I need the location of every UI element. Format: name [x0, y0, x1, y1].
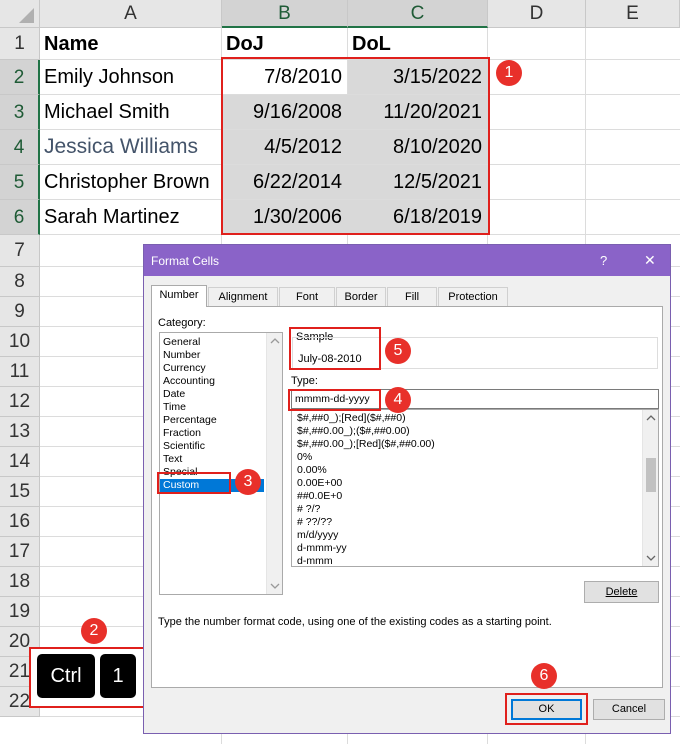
format-cells-dialog: Format Cells ? ✕ Number Alignment Font B…	[143, 244, 671, 734]
row-header-10[interactable]: 10	[0, 327, 40, 357]
category-list[interactable]: General Number Currency Accounting Date Time P…	[159, 332, 283, 595]
category-item-currency[interactable]: Currency	[160, 362, 264, 375]
category-label: Category:	[158, 317, 206, 329]
close-icon[interactable]: ✕	[644, 252, 656, 269]
row-header-11[interactable]: 11	[0, 357, 40, 387]
type-highlight-box	[288, 389, 381, 411]
number-tab-panel: Category: General Number Currency Accountin…	[151, 306, 663, 688]
sample-highlight-box	[289, 327, 381, 370]
ok-highlight-box	[505, 693, 588, 725]
tab-font[interactable]: Font	[279, 287, 335, 306]
row-header-6[interactable]: 6	[0, 200, 40, 235]
category-item-time[interactable]: Time	[160, 401, 264, 414]
format-scroll-icon	[646, 415, 656, 561]
format-code-item[interactable]: 0.00E+00	[294, 477, 639, 490]
row-header-13[interactable]: 13	[0, 417, 40, 447]
row-header-12[interactable]: 12	[0, 387, 40, 417]
format-code-item[interactable]: # ??/??	[294, 516, 639, 529]
tab-border[interactable]: Border	[336, 287, 386, 306]
dialog-title: Format Cells	[151, 254, 220, 268]
row-header-3[interactable]: 3	[0, 95, 40, 130]
row-header-1[interactable]: 1	[0, 28, 40, 60]
cell-a4[interactable]: Jessica Williams	[40, 130, 222, 164]
format-code-item[interactable]: # ?/?	[294, 503, 639, 516]
category-scrollbar[interactable]	[266, 333, 282, 594]
row-header-14[interactable]: 14	[0, 447, 40, 477]
column-header-e[interactable]: E	[586, 0, 680, 28]
step-badge-5: 5	[385, 338, 411, 364]
format-code-item[interactable]: 0.00%	[294, 464, 639, 477]
category-item-accounting[interactable]: Accounting	[160, 375, 264, 388]
category-item-fraction[interactable]: Fraction	[160, 427, 264, 440]
ctrl-key: Ctrl	[37, 654, 95, 698]
row-header-19[interactable]: 19	[0, 597, 40, 627]
row-header-5[interactable]: 5	[0, 165, 40, 200]
delete-button[interactable]: Delete	[584, 581, 659, 603]
format-code-item[interactable]: m/d/yyyy	[294, 529, 639, 542]
format-code-item[interactable]: d-mmm	[294, 555, 639, 568]
step-badge-2: 2	[81, 618, 107, 644]
row-header-4[interactable]: 4	[0, 130, 40, 165]
one-key: 1	[100, 654, 136, 698]
step-badge-4: 4	[385, 387, 411, 413]
row-header-8[interactable]: 8	[0, 267, 40, 297]
dialog-titlebar[interactable]: Format Cells ? ✕	[144, 245, 670, 276]
tab-protection[interactable]: Protection	[438, 287, 508, 306]
type-label: Type:	[291, 375, 318, 387]
scroll-arrows-icon	[270, 338, 280, 589]
category-item-text[interactable]: Text	[160, 453, 264, 466]
category-item-number[interactable]: Number	[160, 349, 264, 362]
cell-a5[interactable]: Christopher Brown	[40, 165, 222, 199]
select-all-corner[interactable]	[0, 0, 40, 28]
category-item-percentage[interactable]: Percentage	[160, 414, 264, 427]
format-code-item[interactable]: $#,##0.00_);($#,##0.00)	[294, 425, 639, 438]
row-header-7[interactable]: 7	[0, 235, 40, 267]
row-header-2[interactable]: 2	[0, 60, 40, 95]
select-all-icon	[19, 8, 34, 23]
column-header-c[interactable]: C	[348, 0, 488, 28]
cancel-button[interactable]: Cancel	[593, 699, 665, 720]
format-code-item[interactable]: 0%	[294, 451, 639, 464]
row-header-17[interactable]: 17	[0, 537, 40, 567]
cell-a3[interactable]: Michael Smith	[40, 95, 222, 129]
row-header-15[interactable]: 15	[0, 477, 40, 507]
cell-b1[interactable]: DoJ	[222, 28, 348, 60]
column-header-b[interactable]: B	[222, 0, 348, 28]
selection-highlight-box	[221, 57, 490, 235]
format-code-item[interactable]: ##0.0E+0	[294, 490, 639, 503]
custom-highlight-box	[157, 472, 231, 494]
tab-number[interactable]: Number	[151, 285, 207, 307]
cell-a1[interactable]: Name	[40, 28, 222, 60]
row-header-9[interactable]: 9	[0, 297, 40, 327]
category-item-general[interactable]: General	[160, 336, 264, 349]
category-item-date[interactable]: Date	[160, 388, 264, 401]
category-item-scientific[interactable]: Scientific	[160, 440, 264, 453]
tab-alignment[interactable]: Alignment	[208, 287, 278, 306]
format-code-item[interactable]: $#,##0_);[Red]($#,##0)	[294, 412, 639, 425]
format-hint: Type the number format code, using one o…	[158, 616, 552, 628]
column-header-a[interactable]: A	[40, 0, 222, 28]
row-header-18[interactable]: 18	[0, 567, 40, 597]
step-badge-3: 3	[235, 469, 261, 495]
column-header-d[interactable]: D	[488, 0, 586, 28]
help-icon[interactable]: ?	[600, 253, 607, 268]
tab-fill[interactable]: Fill	[387, 287, 437, 306]
step-badge-6: 6	[531, 663, 557, 689]
format-code-item[interactable]: $#,##0.00_);[Red]($#,##0.00)	[294, 438, 639, 451]
format-code-item[interactable]: d-mmm-yy	[294, 542, 639, 555]
row-header-16[interactable]: 16	[0, 507, 40, 537]
step-badge-1: 1	[496, 60, 522, 86]
cell-c1[interactable]: DoL	[348, 28, 488, 60]
format-list-scrollbar[interactable]	[642, 410, 658, 566]
format-code-list[interactable]: $#,##0_);[Red]($#,##0) $#,##0.00_);($#,##…	[291, 409, 659, 567]
cell-a6[interactable]: Sarah Martinez	[40, 200, 222, 234]
cell-a2[interactable]: Emily Johnson	[40, 60, 222, 94]
